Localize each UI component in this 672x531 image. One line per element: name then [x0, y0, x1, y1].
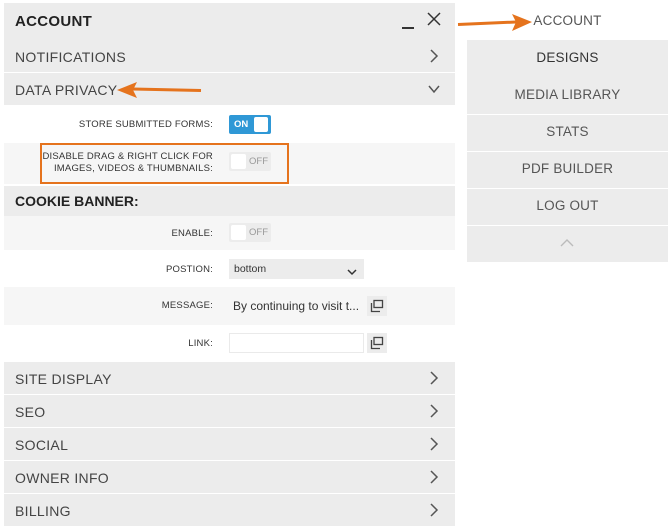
chevron-right-icon: [427, 403, 441, 419]
input-value: By continuing to visit t...: [233, 299, 360, 313]
minimize-icon[interactable]: [402, 7, 416, 33]
section-data-privacy[interactable]: DATA PRIVACY: [4, 73, 455, 105]
nav-item-label: PDF BUILDER: [521, 161, 614, 176]
chevron-right-icon: [427, 370, 441, 386]
section-owner-info[interactable]: OWNER INFO: [4, 461, 455, 493]
nav-divider: [467, 188, 668, 189]
cookie-link-label: LINK:: [188, 338, 213, 349]
section-site-display[interactable]: SITE DISPLAY: [4, 362, 455, 394]
nav-item-label: MEDIA LIBRARY: [514, 87, 621, 102]
nav-collapse-button[interactable]: [467, 225, 668, 262]
cookie-enable-toggle[interactable]: OFF: [229, 223, 271, 242]
chevron-down-icon: [347, 264, 357, 276]
section-label: DATA PRIVACY: [15, 82, 118, 98]
section-label: OWNER INFO: [15, 470, 109, 486]
panel-title: ACCOUNT: [15, 13, 93, 30]
annotation-arrow-right-icon: [457, 14, 532, 31]
cookie-banner-header: COOKIE BANNER:: [4, 186, 455, 216]
select-value: bottom: [234, 263, 267, 275]
nav-divider: [467, 225, 668, 226]
cookie-position-select[interactable]: bottom: [229, 259, 364, 279]
message-popout-button[interactable]: [367, 296, 387, 316]
nav-item-pdf-builder[interactable]: PDF BUILDER: [467, 151, 668, 188]
cookie-position-label: POSTION:: [166, 264, 213, 275]
close-icon[interactable]: [425, 10, 443, 28]
cookie-message-label: MESSAGE:: [161, 300, 213, 311]
setting-cookie-position: POSTION: bottom: [4, 250, 455, 287]
popout-icon: [370, 299, 384, 313]
nav-item-designs[interactable]: DESIGNS: [467, 40, 668, 77]
account-panel: ACCOUNT NOTIFICATIONS DATA PRIVACY STORE…: [4, 3, 455, 526]
toggle-knob: [231, 225, 246, 240]
nav-item-log-out[interactable]: LOG OUT: [467, 188, 668, 225]
section-billing[interactable]: BILLING: [4, 494, 455, 526]
setting-cookie-link: LINK:: [4, 325, 455, 363]
section-label: SEO: [15, 404, 46, 420]
setting-store-forms: STORE SUBMITTED FORMS: ON: [4, 106, 455, 143]
popout-icon: [370, 336, 384, 350]
nav-item-label: DESIGNS: [536, 50, 599, 65]
section-notifications[interactable]: NOTIFICATIONS: [4, 40, 455, 72]
annotation-arrow-left-icon: [117, 82, 202, 98]
chevron-right-icon: [427, 502, 441, 518]
setting-cookie-message: MESSAGE: By continuing to visit t...: [4, 287, 455, 325]
store-forms-toggle[interactable]: ON: [229, 115, 271, 134]
section-label: NOTIFICATIONS: [15, 49, 126, 65]
toggle-state: OFF: [249, 227, 268, 238]
chevron-right-icon: [427, 436, 441, 452]
link-popout-button[interactable]: [367, 333, 387, 353]
cookie-enable-label: ENABLE:: [171, 228, 213, 239]
nav-divider: [467, 151, 668, 152]
nav-divider: [467, 114, 668, 115]
section-label: SITE DISPLAY: [15, 371, 112, 387]
toggle-knob: [254, 117, 268, 132]
section-social[interactable]: SOCIAL: [4, 428, 455, 460]
store-forms-label: STORE SUBMITTED FORMS:: [78, 119, 213, 130]
cookie-banner-title: COOKIE BANNER:: [15, 193, 139, 209]
cookie-link-input[interactable]: [229, 333, 364, 353]
chevron-right-icon: [427, 469, 441, 485]
section-seo[interactable]: SEO: [4, 395, 455, 427]
nav-item-media-library[interactable]: MEDIA LIBRARY: [467, 77, 668, 114]
toggle-state: ON: [234, 119, 249, 130]
chevron-right-icon: [427, 48, 441, 64]
section-label: BILLING: [15, 503, 71, 519]
panel-header: ACCOUNT: [4, 3, 455, 40]
section-label: SOCIAL: [15, 437, 69, 453]
nav-item-stats[interactable]: STATS: [467, 114, 668, 151]
nav-item-label: STATS: [546, 124, 589, 139]
nav-item-label: LOG OUT: [536, 198, 599, 213]
chevron-up-icon: [560, 239, 574, 247]
setting-cookie-enable: ENABLE: OFF: [4, 216, 455, 250]
annotation-highlight-box: [40, 143, 289, 184]
chevron-down-icon: [427, 81, 441, 97]
cookie-message-input[interactable]: By continuing to visit t...: [229, 296, 364, 316]
